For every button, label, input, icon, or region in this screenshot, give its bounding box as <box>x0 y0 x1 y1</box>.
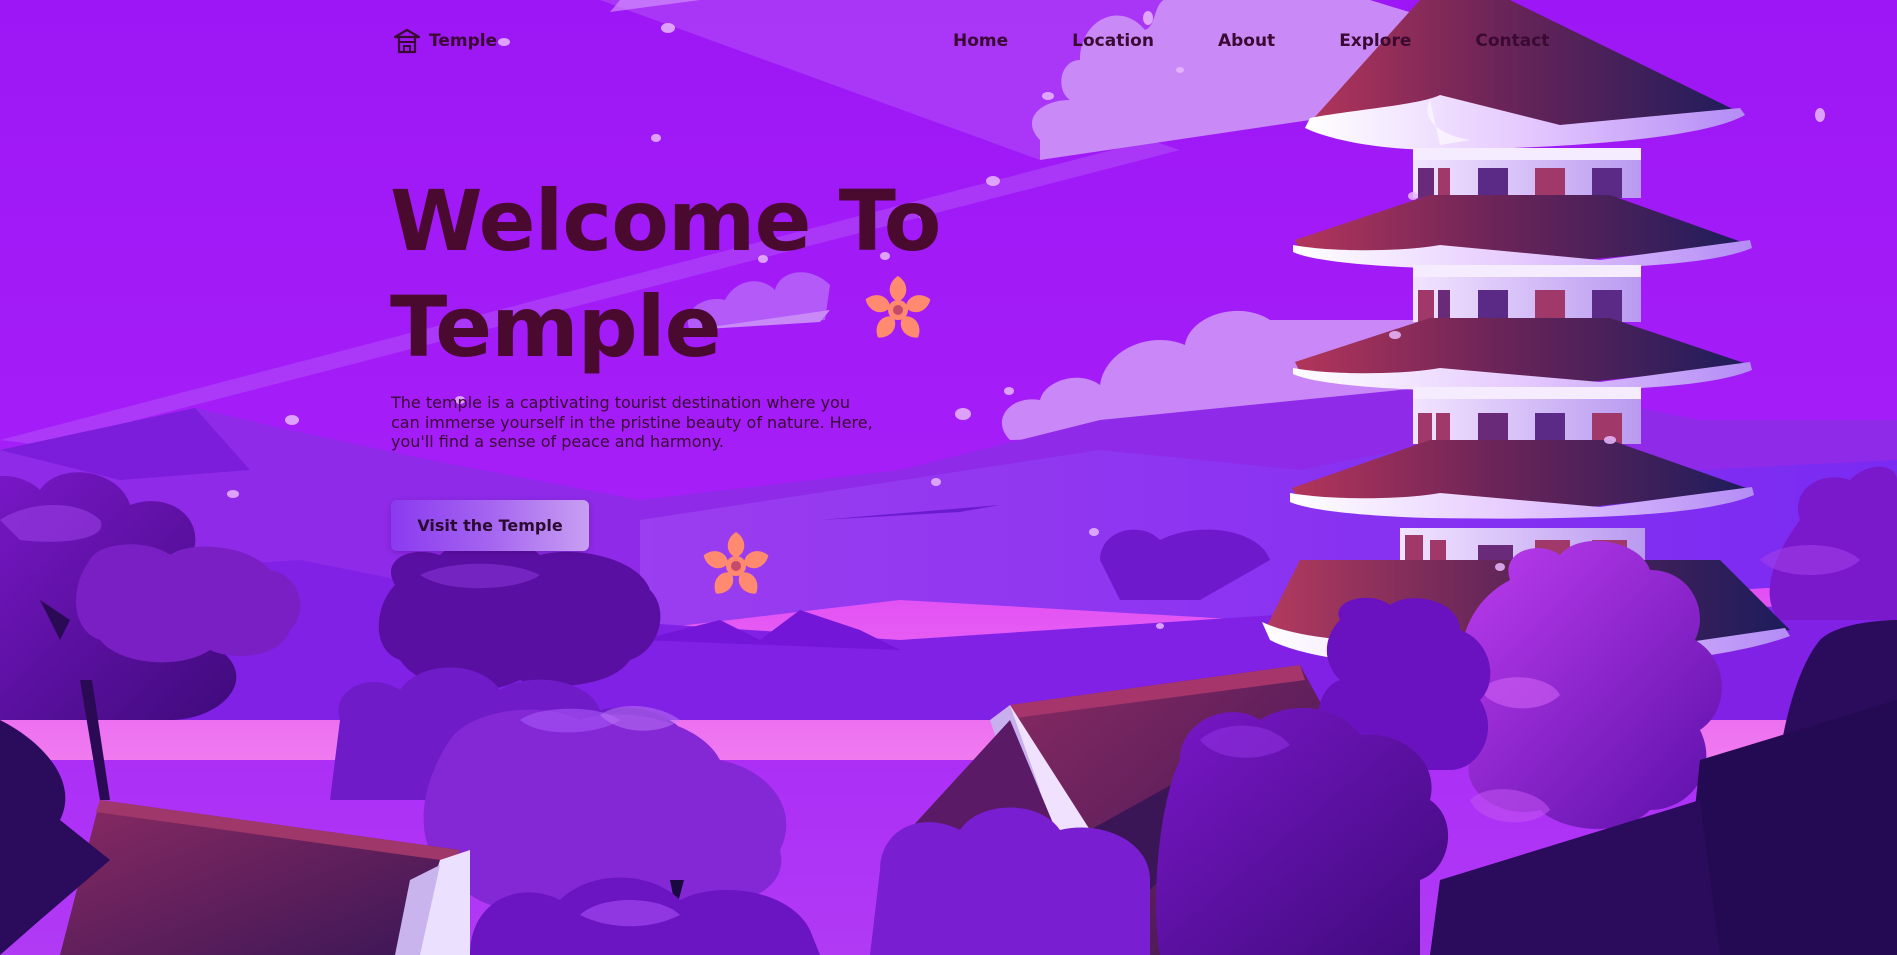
hero-description: The temple is a captivating tourist dest… <box>391 393 873 451</box>
nav-location[interactable]: Location <box>1072 31 1154 51</box>
temple-icon <box>393 28 421 54</box>
hero-title-line2: Temple <box>390 278 722 376</box>
visit-temple-button[interactable]: Visit the Temple <box>391 500 589 551</box>
brand-name: Temple <box>429 31 498 51</box>
hero-title-line1: Welcome To <box>390 172 942 270</box>
background-scene <box>0 0 1897 955</box>
nav-contact[interactable]: Contact <box>1475 31 1549 51</box>
hero-title: Welcome To Temple <box>390 168 1030 380</box>
nav-explore[interactable]: Explore <box>1339 31 1411 51</box>
nav-home[interactable]: Home <box>953 31 1008 51</box>
brand-logo[interactable]: Temple <box>393 26 497 56</box>
main-nav: Home Location About Explore Contact <box>953 28 1549 54</box>
nav-about[interactable]: About <box>1218 31 1275 51</box>
